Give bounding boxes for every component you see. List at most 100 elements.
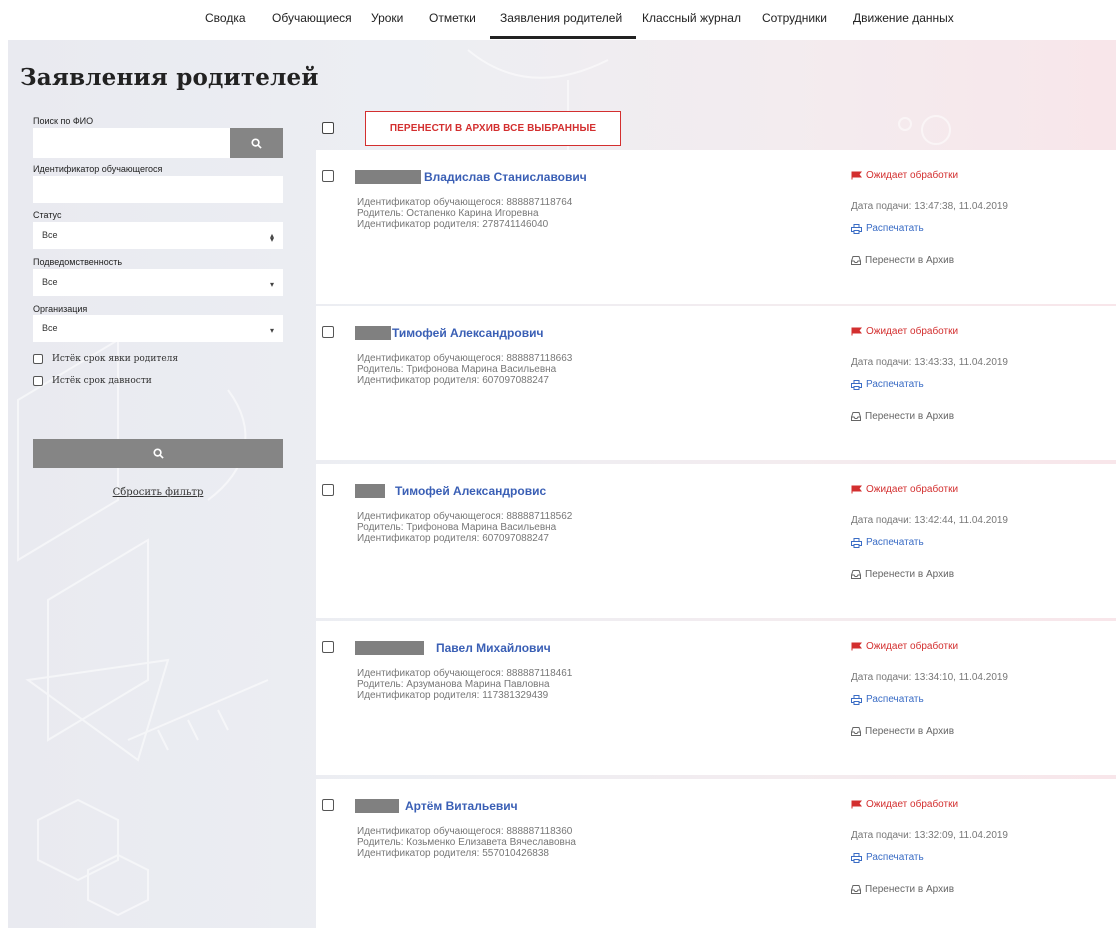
parent-name-text: Родитель: Трифонова Марина Васильевна xyxy=(357,364,557,375)
jurisdiction-label: Подведомственность xyxy=(33,257,123,267)
redacted-surname xyxy=(355,799,399,813)
application-meta: Идентификатор обучающегося: 888887118461… xyxy=(357,668,572,701)
print-link[interactable]: Распечатать xyxy=(851,379,924,390)
search-button[interactable] xyxy=(230,128,283,158)
print-label: Распечатать xyxy=(866,537,924,548)
student-name-link[interactable]: Павел Михайлович xyxy=(436,641,551,655)
student-id-text: Идентификатор обучающегося: 888887118461 xyxy=(357,668,573,679)
apply-filter-button[interactable] xyxy=(33,439,283,468)
flag-icon xyxy=(851,327,862,336)
inbox-icon xyxy=(851,885,861,894)
organization-select[interactable]: Все ▾ xyxy=(33,315,283,342)
application-card: Павел Михайлович Идентификатор обучающег… xyxy=(316,621,1116,775)
student-id-text: Идентификатор обучающегося: 888887118360 xyxy=(357,826,573,837)
jurisdiction-select-value: Все xyxy=(42,277,58,287)
application-meta: Идентификатор обучающегося: 888887118764… xyxy=(357,197,572,230)
tab-staff[interactable]: Сотрудники xyxy=(762,11,827,25)
archive-label: Перенести в Архив xyxy=(865,884,955,895)
archive-label: Перенести в Архив xyxy=(865,411,955,422)
print-label: Распечатать xyxy=(866,852,924,863)
student-id-text: Идентификатор обучающегося: 888887118562 xyxy=(357,511,573,522)
print-label: Распечатать xyxy=(866,379,924,390)
parent-id-text: Идентификатор родителя: 117381329439 xyxy=(357,690,549,701)
status-text: Ожидает обработки xyxy=(866,170,959,181)
application-meta: Идентификатор обучающегося: 888887118360… xyxy=(357,826,576,859)
select-all-checkbox[interactable] xyxy=(322,122,334,134)
student-name-link[interactable]: Тимофей Александрович xyxy=(392,326,543,340)
submission-date: Дата подачи: 13:42:44, 11.04.2019 xyxy=(851,515,1008,526)
student-id-text: Идентификатор обучающегося: 888887118764 xyxy=(357,197,573,208)
application-card: Владислав Станиславович Идентификатор об… xyxy=(316,150,1116,304)
parent-id-text: Идентификатор родителя: 278741146040 xyxy=(357,219,549,230)
print-link[interactable]: Распечатать xyxy=(851,223,924,234)
application-card: Тимофей Александровис Идентификатор обуч… xyxy=(316,464,1116,618)
tab-students[interactable]: Обучающиеся xyxy=(272,11,352,25)
flag-icon xyxy=(851,485,862,494)
move-to-archive-link[interactable]: Перенести в Архив xyxy=(851,411,954,422)
flag-icon xyxy=(851,642,862,651)
archive-all-selected-button[interactable]: ПЕРЕНЕСТИ В АРХИВ ВСЕ ВЫБРАННЫЕ xyxy=(365,111,621,146)
parent-expired-checkbox[interactable]: Истёк срок явки родителя xyxy=(33,354,178,364)
tab-marks[interactable]: Отметки xyxy=(429,11,476,25)
status-text: Ожидает обработки xyxy=(866,641,959,652)
status-text: Ожидает обработки xyxy=(866,799,959,810)
organization-select-value: Все xyxy=(42,323,58,333)
archive-label: Перенести в Архив xyxy=(865,255,955,266)
flag-icon xyxy=(851,800,862,809)
tab-summary[interactable]: Сводка xyxy=(205,11,246,25)
page-title: Заявления родителей xyxy=(20,64,319,91)
student-name-link[interactable]: Артём Витальевич xyxy=(405,799,518,813)
application-checkbox[interactable] xyxy=(322,799,334,811)
inbox-icon xyxy=(851,256,861,265)
search-label: Поиск по ФИО xyxy=(33,116,94,126)
top-nav: Сводка Обучающиеся Уроки Отметки Заявлен… xyxy=(0,0,1116,39)
application-card: Артём Витальевич Идентификатор обучающег… xyxy=(316,779,1116,928)
search-input[interactable] xyxy=(33,128,230,158)
parent-name-text: Родитель: Остапенко Карина Игоревна xyxy=(357,208,539,219)
tab-data-movement[interactable]: Движение данных xyxy=(853,11,954,25)
archive-label: Перенести в Архив xyxy=(865,726,955,737)
redacted-surname xyxy=(355,641,424,655)
student-name-link[interactable]: Владислав Станиславович xyxy=(424,170,587,184)
checkbox-box[interactable] xyxy=(33,354,43,364)
limitation-expired-label: Истёк срок давности xyxy=(52,376,152,386)
tab-lessons[interactable]: Уроки xyxy=(371,11,403,25)
print-link[interactable]: Распечатать xyxy=(851,694,924,705)
status-badge: Ожидает обработки xyxy=(851,326,958,337)
status-badge: Ожидает обработки xyxy=(851,799,958,810)
jurisdiction-select[interactable]: Все ▾ xyxy=(33,269,283,296)
student-name-link[interactable]: Тимофей Александровис xyxy=(395,484,546,498)
application-checkbox[interactable] xyxy=(322,326,334,338)
parent-name-text: Родитель: Козьменко Елизавета Вячеславов… xyxy=(357,837,576,848)
parent-name-text: Родитель: Трифонова Марина Васильевна xyxy=(357,522,557,533)
submission-date: Дата подачи: 13:43:33, 11.04.2019 xyxy=(851,357,1008,368)
checkbox-box[interactable] xyxy=(33,376,43,386)
tab-class-journal[interactable]: Классный журнал xyxy=(642,11,741,25)
print-label: Распечатать xyxy=(866,223,924,234)
move-to-archive-link[interactable]: Перенести в Архив xyxy=(851,569,954,580)
move-to-archive-link[interactable]: Перенести в Архив xyxy=(851,726,954,737)
limitation-expired-checkbox[interactable]: Истёк срок давности xyxy=(33,376,152,386)
move-to-archive-link[interactable]: Перенести в Архив xyxy=(851,255,954,266)
move-to-archive-link[interactable]: Перенести в Архив xyxy=(851,884,954,895)
print-link[interactable]: Распечатать xyxy=(851,537,924,548)
flag-icon xyxy=(851,171,862,180)
print-link[interactable]: Распечатать xyxy=(851,852,924,863)
student-id-text: Идентификатор обучающегося: 888887118663 xyxy=(357,353,573,364)
application-meta: Идентификатор обучающегося: 888887118562… xyxy=(357,511,572,544)
parent-id-text: Идентификатор родителя: 607097088247 xyxy=(357,533,549,544)
redacted-surname xyxy=(355,484,385,498)
student-id-input[interactable] xyxy=(33,176,283,203)
inbox-icon xyxy=(851,570,861,579)
application-checkbox[interactable] xyxy=(322,170,334,182)
application-checkbox[interactable] xyxy=(322,641,334,653)
submission-date: Дата подачи: 13:32:09, 11.04.2019 xyxy=(851,830,1008,841)
parent-name-text: Родитель: Арзуманова Марина Павловна xyxy=(357,679,550,690)
archive-label: Перенести в Архив xyxy=(865,569,955,580)
reset-filter-link[interactable]: Сбросить фильтр xyxy=(0,487,316,498)
search-icon xyxy=(152,448,164,459)
tab-parent-applications[interactable]: Заявления родителей xyxy=(489,11,637,39)
status-select[interactable]: Все ▴ ▾ xyxy=(33,222,283,249)
application-checkbox[interactable] xyxy=(322,484,334,496)
printer-icon xyxy=(851,223,862,234)
